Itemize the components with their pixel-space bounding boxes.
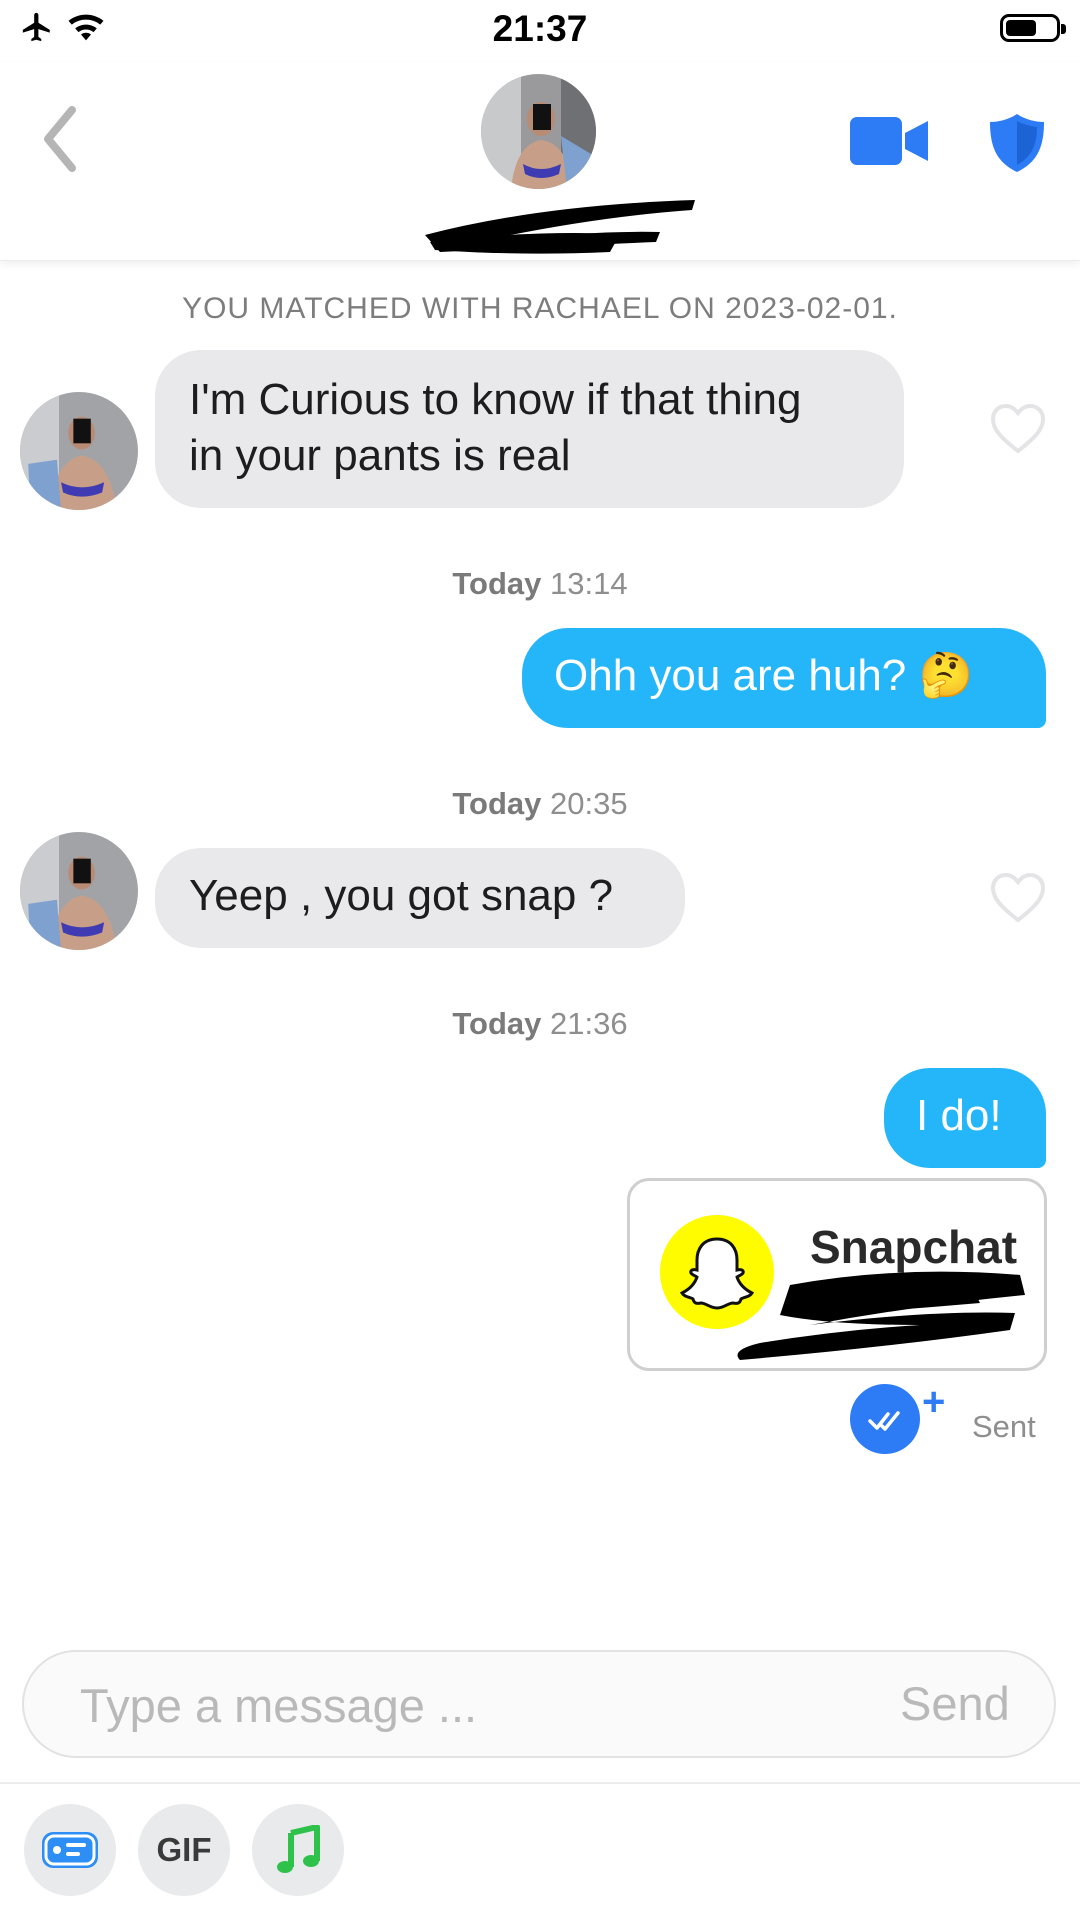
- read-receipt-icon[interactable]: [850, 1384, 920, 1454]
- avatar-photo: [481, 74, 596, 189]
- gif-label: GIF: [156, 1831, 212, 1868]
- sender-avatar[interactable]: [20, 832, 138, 950]
- contact-card-icon: [42, 1832, 98, 1868]
- message-bubble-outgoing[interactable]: Ohh you are huh? 🤔: [522, 628, 1046, 728]
- music-note-icon: [277, 1825, 320, 1873]
- receipt-plus[interactable]: +: [922, 1380, 945, 1425]
- message-text: Ohh you are huh? 🤔: [554, 651, 974, 700]
- timestamp: Today 20:35: [0, 786, 1080, 822]
- status-time: 21:37: [492, 8, 588, 49]
- message-bubble-incoming[interactable]: I'm Curious to know if that thing in you…: [155, 350, 904, 508]
- gif-button[interactable]: GIF: [138, 1804, 230, 1896]
- username-redacted: [720, 1255, 1040, 1365]
- timestamp-day: Today: [452, 566, 542, 601]
- music-button[interactable]: [252, 1804, 344, 1896]
- sent-status: Sent: [972, 1409, 1036, 1444]
- timestamp-day: Today: [452, 786, 542, 821]
- timestamp: Today 21:36: [0, 1006, 1080, 1042]
- message-text: I do!: [916, 1091, 1002, 1140]
- timestamp-time: 20:35: [550, 786, 628, 821]
- chevron-left-icon[interactable]: [40, 104, 80, 174]
- message-text: Yeep , you got snap ?: [189, 871, 614, 920]
- message-text-line-1: I'm Curious to know if that thing: [189, 375, 802, 424]
- match-name-redacted: [420, 190, 700, 260]
- timestamp-time: 13:14: [550, 566, 628, 601]
- message-input[interactable]: [78, 1670, 862, 1740]
- timestamp-day: Today: [452, 1006, 542, 1041]
- contact-card-button[interactable]: [24, 1804, 116, 1896]
- shield-icon[interactable]: [988, 112, 1046, 174]
- timestamp: Today 13:14: [0, 566, 1080, 602]
- match-notice: YOU MATCHED WITH RACHAEL ON 2023-02-01.: [182, 292, 898, 325]
- battery-icon: [1000, 14, 1066, 42]
- timestamp-time: 21:36: [550, 1006, 628, 1041]
- match-avatar[interactable]: [481, 74, 596, 189]
- message-bubble-outgoing[interactable]: I do!: [884, 1068, 1046, 1168]
- message-bubble-incoming[interactable]: Yeep , you got snap ?: [155, 848, 685, 948]
- heart-icon[interactable]: [990, 872, 1046, 924]
- send-button[interactable]: Send: [900, 1676, 1010, 1731]
- video-camera-icon[interactable]: [850, 115, 930, 167]
- heart-icon[interactable]: [990, 403, 1046, 455]
- sender-avatar[interactable]: [20, 392, 138, 510]
- divider: [0, 1782, 1080, 1784]
- message-text-line-2: in your pants is real: [189, 431, 571, 480]
